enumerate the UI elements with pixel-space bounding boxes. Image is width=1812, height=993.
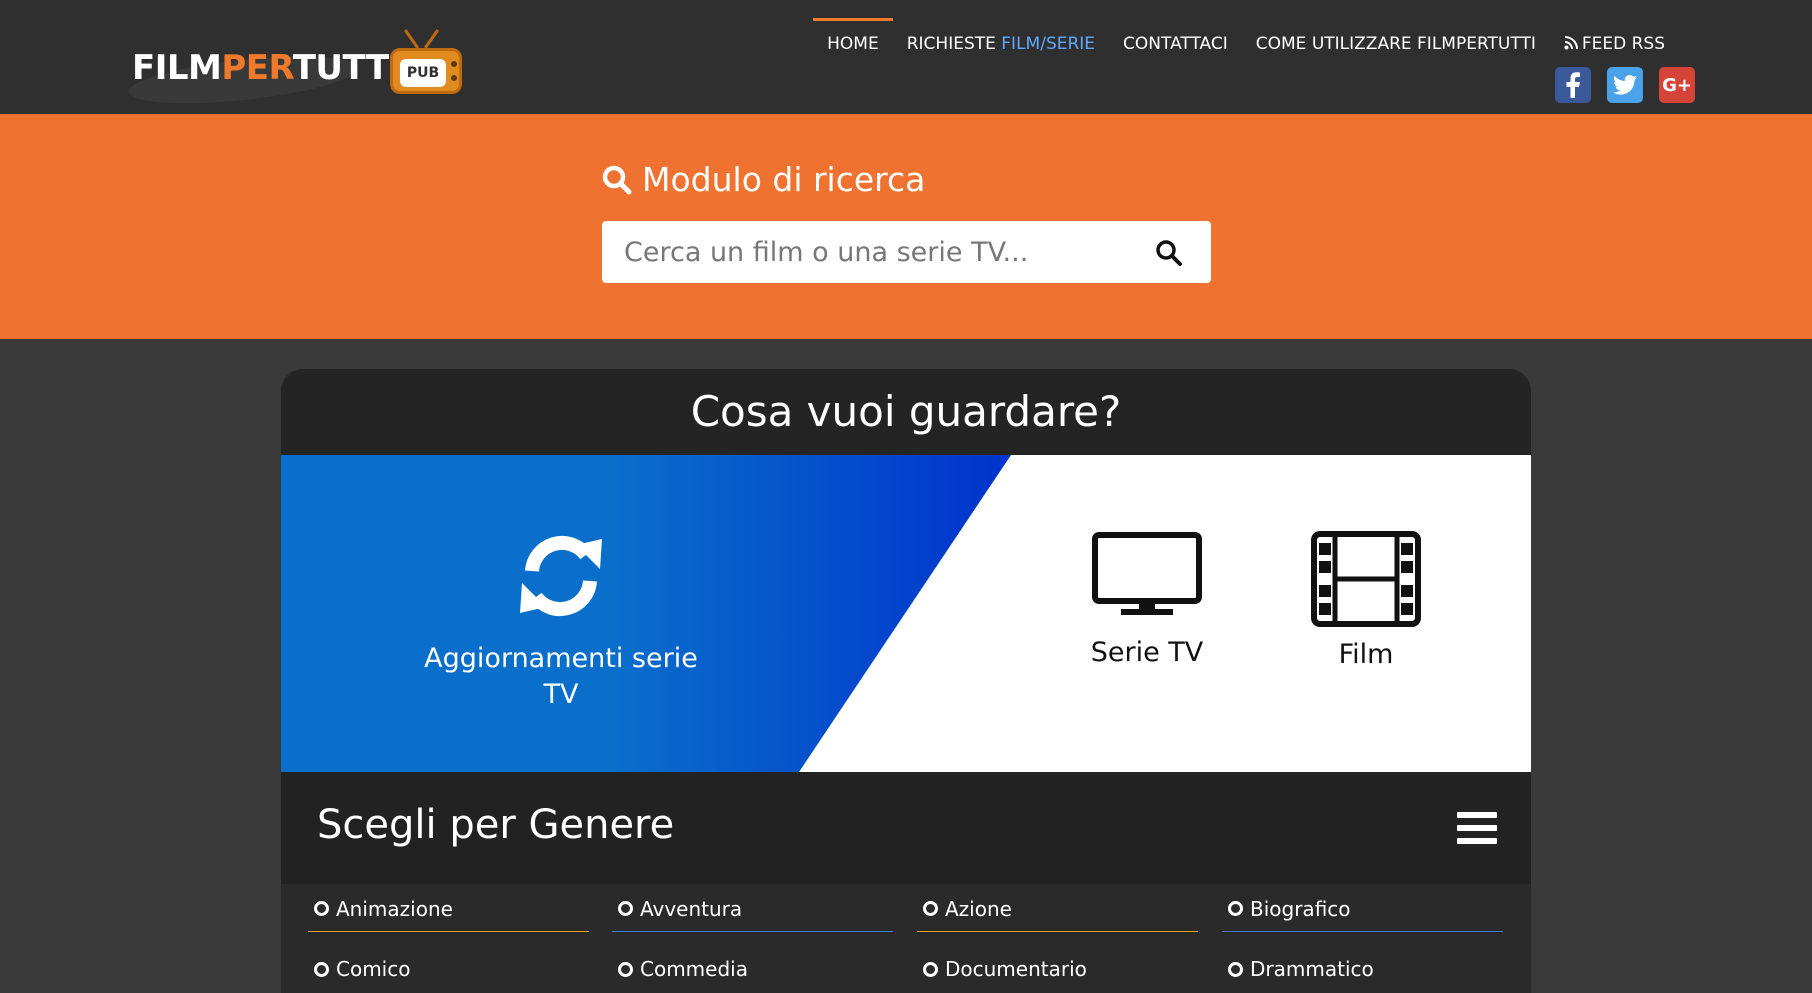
refresh-icon — [520, 535, 602, 617]
circle-icon — [923, 961, 938, 977]
nav-contattaci[interactable]: CONTATTACI — [1109, 18, 1242, 58]
search-title: Modulo di ricerca — [602, 160, 925, 199]
nav-home[interactable]: HOME — [813, 18, 893, 58]
genre-item[interactable]: Animazione — [308, 886, 589, 932]
genre-header: Scegli per Genere — [281, 772, 1531, 884]
site-logo[interactable]: FILMPERTUTTI PUB — [126, 18, 468, 112]
option-aggiornamenti[interactable]: Aggiornamenti serie TV — [416, 529, 706, 713]
genre-item[interactable]: Avventura — [612, 886, 893, 932]
option-film[interactable]: Film — [1301, 531, 1431, 673]
circle-icon — [1228, 901, 1243, 916]
watch-options: Aggiornamenti serie TV Serie TV Film — [281, 455, 1531, 772]
search-section: Modulo di ricerca — [0, 114, 1812, 339]
search-submit-icon[interactable] — [1155, 239, 1183, 267]
search-input[interactable] — [624, 221, 1144, 283]
tv-icon — [1092, 532, 1202, 615]
logo-tv-icon: PUB — [390, 29, 462, 96]
logo-text: FILMPERTUTTI — [132, 48, 401, 88]
menu-icon[interactable] — [1457, 812, 1497, 844]
option-serie-tv[interactable]: Serie TV — [1067, 531, 1227, 671]
genre-item[interactable]: Drammatico — [1222, 946, 1503, 992]
genre-list: Animazione Avventura Azione Biografico C… — [281, 884, 1531, 993]
option-serie-tv-label: Serie TV — [1090, 637, 1204, 668]
social-links: G+ — [1555, 67, 1695, 103]
rss-icon — [1564, 36, 1578, 50]
site-header: FILMPERTUTTI PUB HOME RICHIESTE FILM/SER… — [0, 0, 1812, 114]
logo-badge: PUB — [400, 59, 446, 87]
option-film-label: Film — [1338, 639, 1394, 670]
genre-item[interactable]: Comico — [308, 946, 589, 992]
circle-icon — [314, 901, 329, 916]
circle-icon — [1228, 961, 1243, 977]
google-plus-icon[interactable]: G+ — [1659, 67, 1695, 103]
circle-icon — [314, 961, 329, 977]
main-nav: HOME RICHIESTE FILM/SERIE CONTATTACI COM… — [813, 18, 1679, 58]
nav-come-utilizzare[interactable]: COME UTILIZZARE FILMPERTUTTI — [1242, 18, 1550, 58]
genre-item[interactable]: Azione — [917, 886, 1198, 932]
nav-richieste[interactable]: RICHIESTE FILM/SERIE — [893, 18, 1109, 58]
genre-item[interactable]: Commedia — [612, 946, 893, 992]
nav-feed-rss[interactable]: FEED RSS — [1550, 18, 1679, 58]
twitter-icon[interactable] — [1607, 67, 1643, 103]
circle-icon — [618, 961, 633, 977]
genre-title: Scegli per Genere — [317, 802, 675, 848]
film-icon — [1311, 531, 1421, 627]
content-card: Cosa vuoi guardare? Aggiornamenti serie … — [281, 369, 1531, 993]
card-heading: Cosa vuoi guardare? — [281, 369, 1531, 455]
option-aggiornamenti-label: Aggiornamenti serie TV — [424, 643, 698, 710]
genre-item[interactable]: Biografico — [1222, 886, 1503, 932]
genre-item[interactable]: Documentario — [917, 946, 1198, 992]
facebook-icon[interactable] — [1555, 67, 1591, 103]
circle-icon — [923, 901, 938, 916]
circle-icon — [618, 901, 633, 916]
search-icon — [602, 165, 632, 194]
search-box — [602, 221, 1211, 283]
